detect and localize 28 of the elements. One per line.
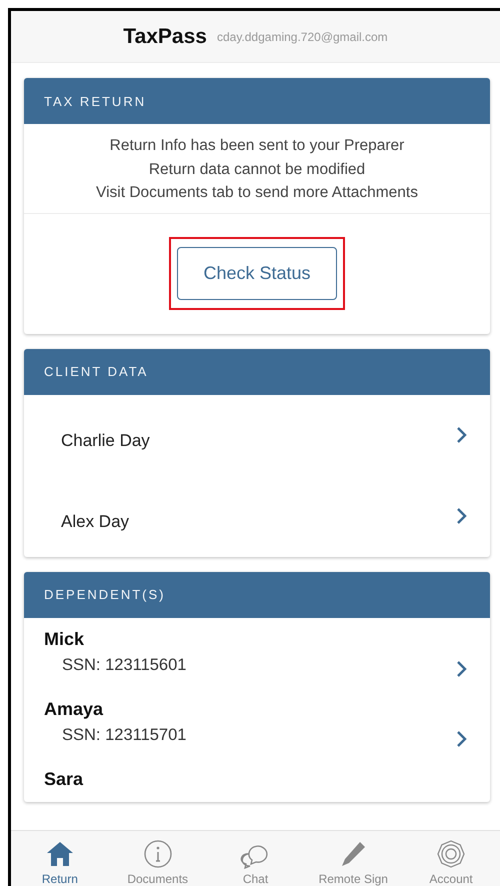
chevron-right-icon [456, 660, 468, 678]
card-title: CLIENT DATA [44, 364, 148, 379]
app-title: TaxPass [123, 24, 207, 48]
tab[interactable]: Documents [108, 831, 207, 886]
client-name[interactable]: Charlie Day [61, 431, 150, 451]
card-title: TAX RETURN [44, 94, 146, 108]
tab[interactable]: Return [11, 831, 109, 886]
dependent-ssn: SSN: 123115701 [61, 724, 186, 746]
settings-icon [436, 839, 466, 869]
dependent-name[interactable]: Amaya [44, 696, 186, 722]
chevron-right-icon [456, 426, 468, 444]
card-title: DEPENDENT(S) [44, 587, 166, 602]
info-icon [142, 839, 173, 869]
home-icon [44, 839, 75, 869]
status-message: Return data cannot be modified [148, 160, 366, 180]
client-name[interactable]: Alex Day [61, 512, 130, 532]
check-status-button[interactable]: Check Status [177, 247, 337, 300]
tab[interactable]: Remote Sign [304, 831, 402, 886]
status-message: Visit Documents tab to send more Attachments [96, 183, 418, 203]
account-email: cday.ddgaming.720@gmail.com [216, 30, 388, 44]
tab[interactable]: Account [402, 831, 500, 886]
dependent-name[interactable]: Mick [44, 626, 186, 652]
chevron-right-icon [456, 730, 468, 748]
dependent-ssn: SSN: 123115601 [61, 654, 186, 676]
chevron-right-icon [456, 507, 468, 525]
tab[interactable]: Chat [206, 831, 304, 886]
dependent-name[interactable]: Sara [44, 766, 84, 792]
status-message: Return Info has been sent to your Preparer [110, 136, 404, 156]
